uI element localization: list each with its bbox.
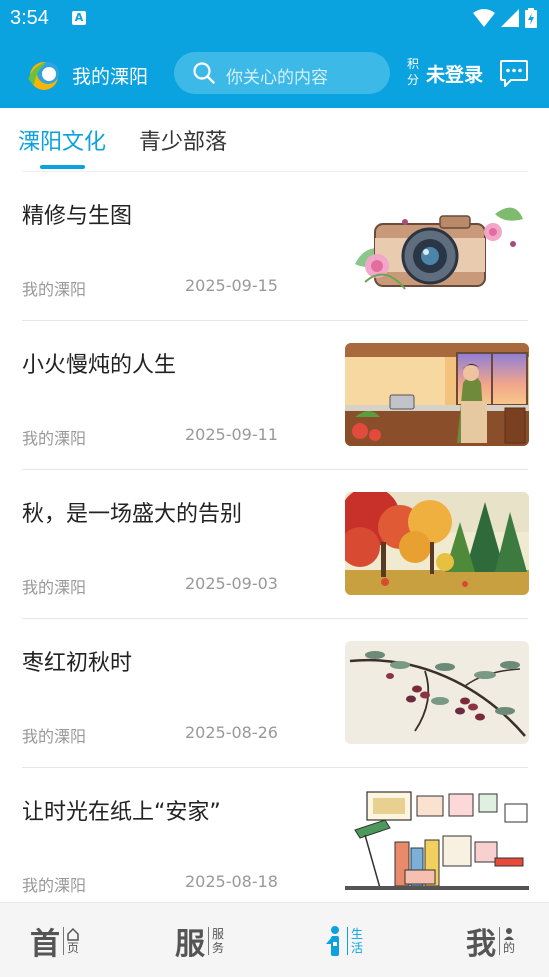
nav-mine-glyph: 我 <box>466 927 496 962</box>
camera-with-flowers-thumbnail <box>345 194 529 297</box>
nav-home-glyph: 首 <box>30 927 60 962</box>
bottom-nav: 首 首 页 服 服 务 生 活 我 我 的 <box>0 902 549 977</box>
search-icon <box>193 62 215 84</box>
tab-liyang-culture[interactable]: 溧阳文化 <box>18 124 106 156</box>
jujube-branch-thumbnail <box>345 641 529 744</box>
wifi-icon <box>473 9 495 27</box>
battery-icon <box>525 8 537 28</box>
article-date: 2025-09-03 <box>185 574 278 593</box>
nav-service-glyph: 服 <box>175 927 205 962</box>
home-icon: 首 页 <box>63 927 79 955</box>
nav-home-label-2: 页 <box>67 941 80 955</box>
nav-life[interactable]: 生 活 <box>326 919 363 963</box>
article-title: 秋，是一场盛大的告别 <box>22 502 243 527</box>
list-item[interactable]: 枣红初秋时 我的溧阳 2025-08-26 <box>0 619 549 768</box>
house-glyph-icon <box>67 927 79 941</box>
user-icon: 我 的 <box>499 927 515 955</box>
nav-life-label: 生 活 <box>347 927 363 955</box>
nav-mine[interactable]: 我 我 的 <box>466 919 515 963</box>
tab-bar: 溧阳文化 青少部落 <box>0 108 549 172</box>
article-title: 让时光在纸上“安家” <box>22 800 221 825</box>
person-glyph-icon <box>504 928 514 940</box>
app-header: 我的溧阳 你关心的内容 积分 未登录 <box>0 38 549 108</box>
tab-active-indicator <box>40 165 85 169</box>
nav-service-label-1: 服 <box>212 927 225 941</box>
status-icons <box>473 8 537 28</box>
desk-sketch-thumbnail <box>345 790 529 893</box>
article-date: 2025-09-15 <box>185 276 278 295</box>
life-icon <box>326 926 339 956</box>
search-input[interactable]: 你关心的内容 <box>174 52 390 94</box>
article-date: 2025-08-26 <box>185 723 278 742</box>
article-source: 我的溧阳 <box>22 876 87 895</box>
article-source: 我的溧阳 <box>22 727 87 746</box>
list-item[interactable]: 秋，是一场盛大的告别 我的溧阳 2025-09-03 <box>0 470 549 619</box>
nav-life-label-1: 生 <box>351 927 364 941</box>
article-title: 小火慢炖的人生 <box>22 353 177 378</box>
search-placeholder: 你关心的内容 <box>226 68 328 88</box>
list-item[interactable]: 小火慢炖的人生 我的溧阳 2025-09-11 <box>0 321 549 470</box>
article-title: 精修与生图 <box>22 204 133 229</box>
article-date: 2025-08-18 <box>185 872 278 891</box>
nav-service[interactable]: 服 服 务 <box>175 919 224 963</box>
nav-mine-label-2: 的 <box>503 941 516 955</box>
service-icon: 服 务 <box>208 927 224 955</box>
autumn-forest-thumbnail <box>345 492 529 595</box>
article-source: 我的溧阳 <box>22 578 87 597</box>
signal-icon <box>501 9 519 27</box>
app-name: 我的溧阳 <box>72 66 149 88</box>
app-logo-icon[interactable] <box>24 57 64 91</box>
tab-youth-tribe[interactable]: 青少部落 <box>139 124 227 156</box>
status-bar: 3:54 A <box>0 0 549 38</box>
nav-life-label-2: 活 <box>351 941 364 955</box>
woman-cooking-thumbnail <box>345 343 529 446</box>
nav-home[interactable]: 首 首 页 <box>30 919 79 963</box>
points-label[interactable]: 积分 <box>406 56 420 88</box>
article-title: 枣红初秋时 <box>22 651 133 676</box>
article-source: 我的溧阳 <box>22 280 87 299</box>
login-button[interactable]: 未登录 <box>426 60 483 87</box>
nav-service-label-2: 务 <box>212 941 225 955</box>
article-source: 我的溧阳 <box>22 429 87 448</box>
status-time: 3:54 <box>10 7 49 29</box>
article-date: 2025-09-11 <box>185 425 278 444</box>
list-item[interactable]: 精修与生图 我的溧阳 2025-09-15 <box>0 172 549 321</box>
keyboard-notification-icon: A <box>72 11 86 25</box>
message-icon[interactable] <box>499 58 529 88</box>
list-item[interactable]: 让时光在纸上“安家” 我的溧阳 2025-08-18 <box>0 768 549 917</box>
